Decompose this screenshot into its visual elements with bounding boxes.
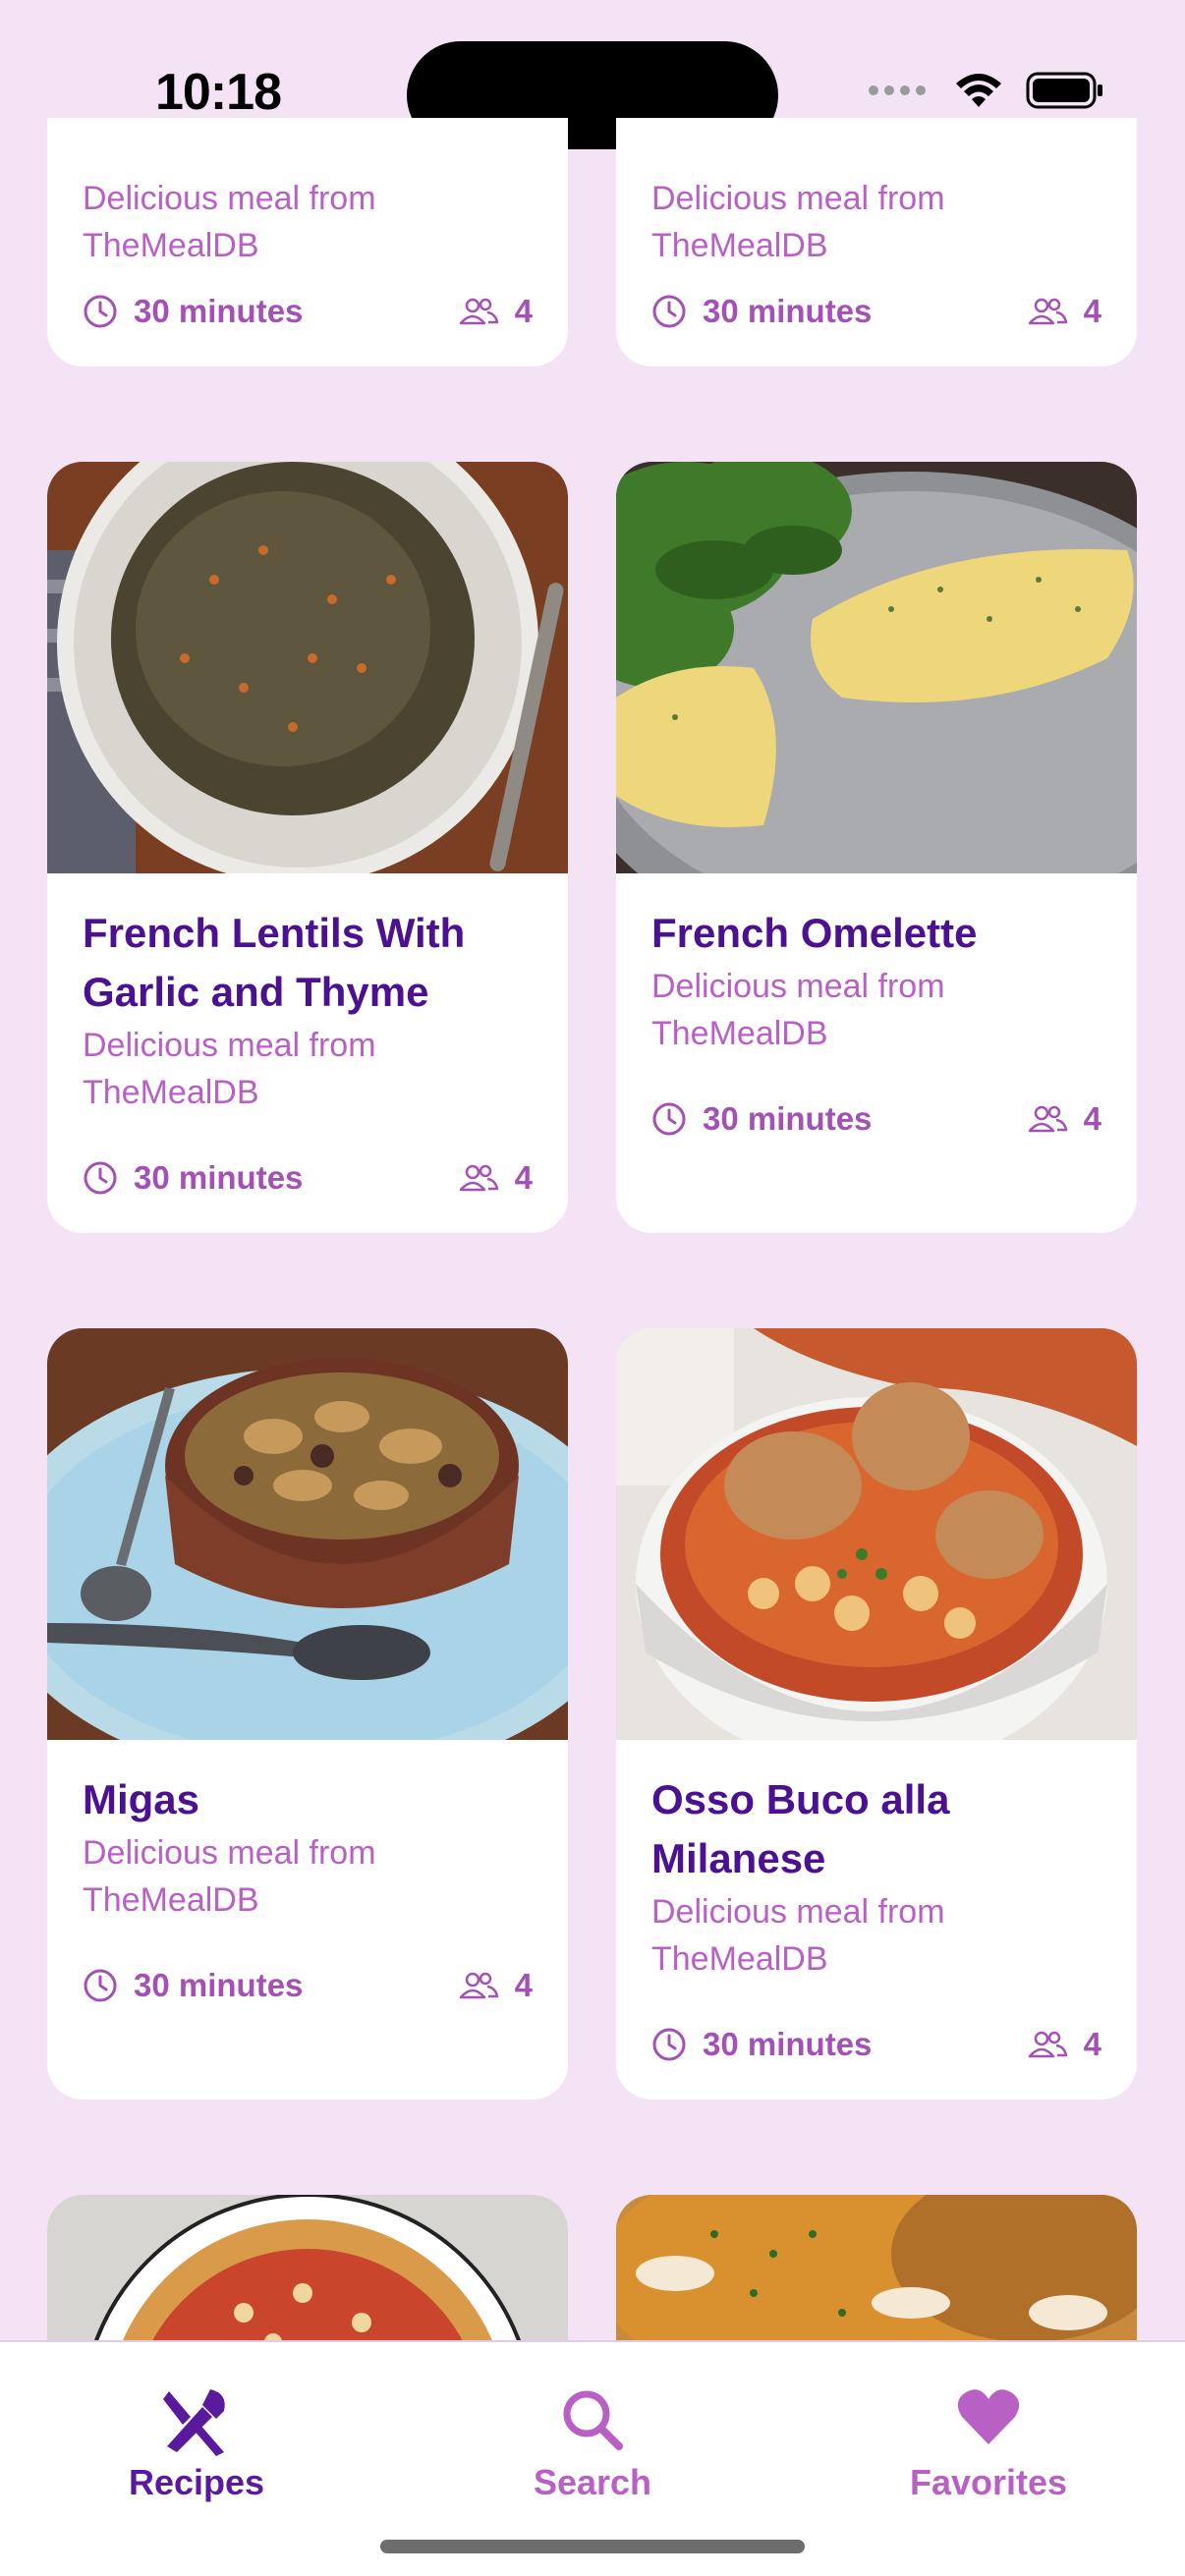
people-icon	[1028, 298, 1067, 325]
recipe-subtitle: Delicious meal from TheMealDB	[651, 1893, 945, 1978]
recipe-subtitle: Delicious meal from TheMealDB	[83, 180, 376, 264]
recipe-title: Migas	[83, 1776, 200, 1822]
clock-icon	[652, 1102, 686, 1136]
recipe-subtitle: Delicious meal from TheMealDB	[83, 1027, 376, 1111]
people-icon	[459, 298, 498, 325]
recipe-subtitle: Delicious meal from TheMealDB	[651, 180, 945, 264]
recipe-card[interactable]	[616, 2195, 1137, 2352]
clock-icon	[652, 2028, 686, 2061]
people-icon	[1028, 2031, 1067, 2058]
battery-icon	[1026, 72, 1102, 109]
tab-search[interactable]: Search	[465, 2342, 720, 2519]
recipe-image	[47, 2195, 568, 2352]
recipe-meta: 30 minutes 4	[651, 1095, 1101, 1143]
tab-label: Favorites	[909, 2462, 1068, 2502]
recipe-meta: 30 minutes 4	[651, 2021, 1101, 2068]
recipe-subtitle: Delicious meal from TheMealDB	[83, 1834, 376, 1919]
recipe-card[interactable]: Delicious meal from TheMealDB 30 minutes…	[616, 118, 1137, 366]
search-icon	[563, 2390, 623, 2450]
status-icons	[869, 71, 1104, 110]
recipe-meta: 30 minutes 4	[83, 1962, 533, 2009]
recipe-time: 30 minutes	[134, 1159, 304, 1196]
recipe-image	[616, 1328, 1137, 1740]
recipe-card[interactable]: Osso Buco alla Milanese Delicious meal f…	[616, 1328, 1137, 2100]
recipe-card[interactable]: Delicious meal from TheMealDB 30 minutes…	[47, 118, 568, 366]
fork-knife-icon	[163, 2389, 225, 2456]
recipe-servings: 4	[1083, 1100, 1101, 1137]
tab-label: Search	[533, 2462, 652, 2502]
recipe-time: 30 minutes	[703, 293, 873, 329]
tab-recipes[interactable]: Recipes	[69, 2342, 324, 2519]
recipe-time: 30 minutes	[134, 293, 304, 329]
heart-icon	[957, 2389, 1020, 2444]
recipe-title: French Lentils With Garlic and Thyme	[83, 910, 466, 1015]
wifi-icon	[956, 74, 1001, 107]
recipe-meta: 30 minutes 4	[83, 288, 533, 335]
tab-favorites[interactable]: Favorites	[861, 2342, 1116, 2519]
recipe-subtitle: Delicious meal from TheMealDB	[651, 968, 945, 1052]
people-icon	[459, 1972, 498, 1999]
recipe-card[interactable]: French Omelette Delicious meal from TheM…	[616, 462, 1137, 1233]
recipe-servings: 4	[514, 293, 533, 329]
people-icon	[459, 1164, 498, 1192]
clock-icon	[84, 1969, 117, 2002]
recipe-meta: 30 minutes 4	[83, 1154, 533, 1202]
recipe-card[interactable]: French Lentils With Garlic and Thyme Del…	[47, 462, 568, 1233]
recipe-servings: 4	[1083, 2026, 1101, 2062]
recipe-title: French Omelette	[651, 910, 978, 956]
clock-icon	[84, 1161, 117, 1195]
home-indicator	[380, 2540, 805, 2553]
people-icon	[1028, 1105, 1067, 1133]
recipe-time: 30 minutes	[703, 1100, 873, 1137]
recipe-image	[616, 2195, 1137, 2352]
status-time: 10:18	[155, 64, 282, 121]
recipe-servings: 4	[514, 1967, 533, 2003]
recipe-card[interactable]	[47, 2195, 568, 2352]
clock-icon	[652, 295, 686, 328]
recipe-time: 30 minutes	[134, 1967, 304, 2003]
recipe-image	[47, 1328, 568, 1740]
tab-label: Recipes	[128, 2462, 265, 2502]
recipe-image	[47, 462, 568, 873]
recipes-screen: 10:18 Delicious meal from TheMealDB 30 m…	[0, 0, 1185, 2576]
recipe-servings: 4	[514, 1159, 533, 1196]
recipe-card[interactable]: Migas Delicious meal from TheMealDB 30 m…	[47, 1328, 568, 2100]
recipe-time: 30 minutes	[703, 2026, 873, 2062]
recipe-title: Osso Buco alla Milanese	[651, 1776, 950, 1881]
recipe-servings: 4	[1083, 293, 1101, 329]
recipe-meta: 30 minutes 4	[651, 288, 1101, 335]
cellular-signal-icon	[869, 85, 926, 95]
clock-icon	[84, 295, 117, 328]
recipe-image	[616, 462, 1137, 873]
